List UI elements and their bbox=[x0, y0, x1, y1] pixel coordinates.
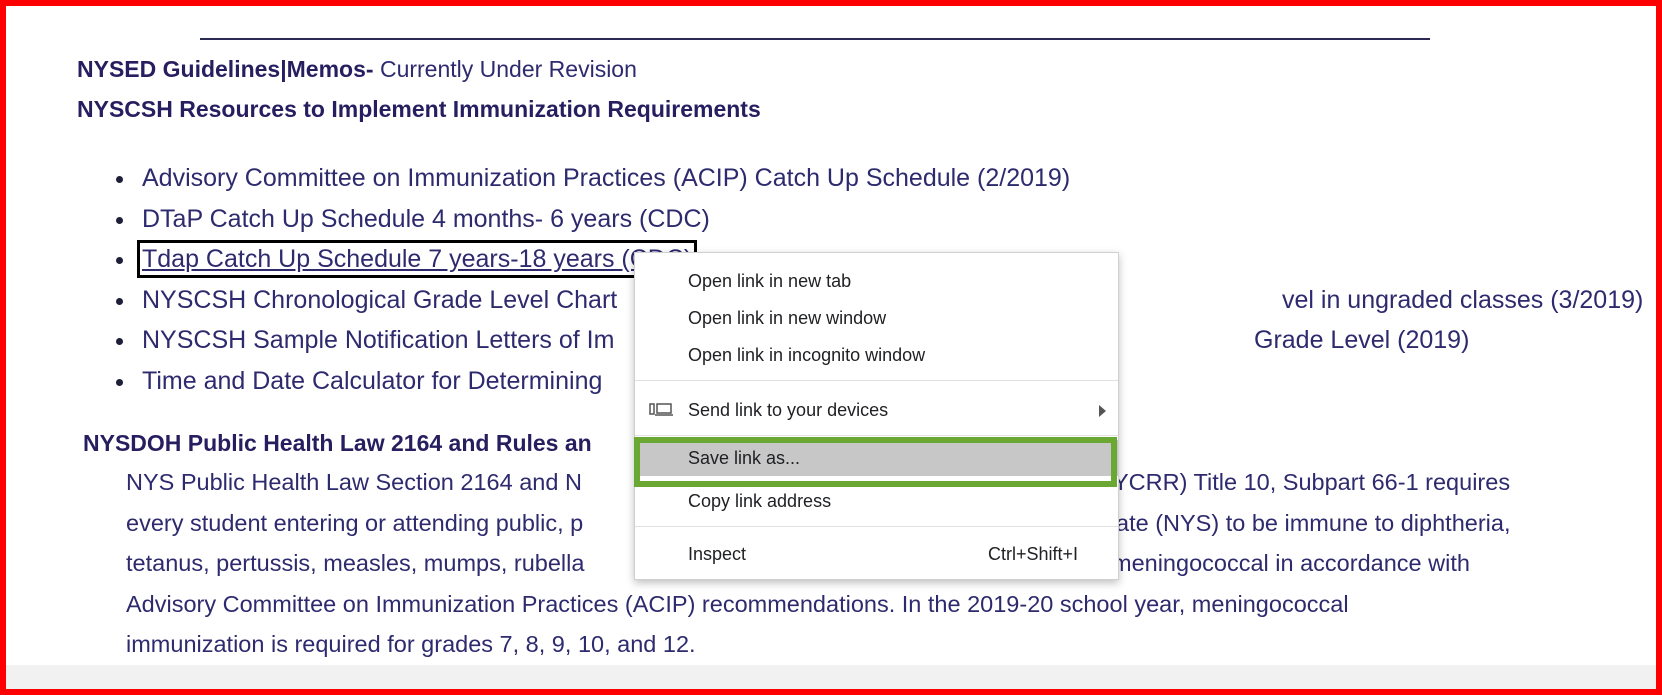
resources-heading: NYSCSH Resources to Implement Immunizati… bbox=[77, 96, 761, 122]
bullet-icon bbox=[116, 216, 123, 224]
menu-separator bbox=[635, 380, 1118, 381]
menu-item-send-to-devices-label: Send link to your devices bbox=[688, 400, 889, 420]
paragraph-line-2-right: ate (NYS) to be immune to diphtheria, bbox=[1116, 509, 1511, 536]
devices-icon bbox=[649, 403, 673, 416]
resource-link-time-calculator[interactable]: Time and Date Calculator for Determining bbox=[142, 367, 602, 395]
guidelines-status: Currently Under Revision bbox=[373, 56, 637, 82]
resource-link-dtap[interactable]: DTaP Catch Up Schedule 4 months- 6 years… bbox=[142, 205, 710, 233]
paragraph-line-2-left: every student entering or attending publ… bbox=[126, 509, 584, 536]
paragraph-line-3-right: meningococcal in accordance with bbox=[1112, 550, 1470, 576]
separator-line bbox=[200, 18, 1430, 40]
menu-item-inspect[interactable]: Inspect Ctrl+Shift+I bbox=[635, 536, 1118, 572]
bullet-icon bbox=[116, 257, 123, 264]
resource-link-notification-letters[interactable]: NYSCSH Sample Notification Letters of Im bbox=[142, 326, 614, 354]
menu-separator bbox=[635, 526, 1118, 527]
bullet-icon bbox=[116, 176, 123, 183]
menu-item-open-incognito[interactable]: Open link in incognito window bbox=[635, 337, 1118, 373]
bottom-scroll-area bbox=[6, 665, 1656, 689]
list-item: Advisory Committee on Immunization Pract… bbox=[112, 158, 1070, 199]
menu-separator bbox=[635, 435, 1118, 436]
resource-link-tdap[interactable]: Tdap Catch Up Schedule 7 years-18 years … bbox=[137, 241, 697, 277]
paragraph-line-5: immunization is required for grades 7, 8… bbox=[126, 631, 696, 657]
resource-link-grade-chart[interactable]: NYSCSH Chronological Grade Level Chart bbox=[142, 286, 617, 314]
bullet-icon bbox=[116, 378, 123, 386]
list-item: DTaP Catch Up Schedule 4 months- 6 years… bbox=[112, 199, 1070, 240]
save-link-highlight-box bbox=[634, 437, 1117, 487]
resource-link-grade-chart-tail[interactable]: vel in ungraded classes (3/2019) bbox=[1282, 280, 1643, 320]
submenu-arrow-icon bbox=[1099, 405, 1106, 417]
inspect-shortcut: Ctrl+Shift+I bbox=[987, 544, 1078, 564]
bullet-icon bbox=[116, 297, 123, 305]
menu-item-copy-link-address[interactable]: Copy link address bbox=[635, 483, 1118, 519]
resource-link-acip[interactable]: Advisory Committee on Immunization Pract… bbox=[142, 164, 1070, 192]
menu-item-send-to-devices[interactable]: Send link to your devices bbox=[635, 392, 1118, 428]
resource-link-notification-letters-tail[interactable]: Grade Level (2019) bbox=[1254, 320, 1469, 360]
doh-heading: NYSDOH Public Health Law 2164 and Rules … bbox=[83, 430, 592, 456]
menu-item-open-new-window[interactable]: Open link in new window bbox=[635, 300, 1118, 336]
menu-item-inspect-label: Inspect bbox=[688, 544, 747, 564]
paragraph-line-3-left: tetanus, pertussis, measles, mumps, rube… bbox=[126, 550, 585, 576]
bullet-icon bbox=[116, 338, 123, 345]
paragraph-line-1-right: YCRR) Title 10, Subpart 66-1 requires bbox=[1113, 469, 1511, 495]
context-menu: Open link in new tab Open link in new wi… bbox=[634, 252, 1119, 580]
paragraph-line-1-left: NYS Public Health Law Section 2164 and N bbox=[126, 469, 582, 495]
guidelines-line: NYSED Guidelines|Memos- Currently Under … bbox=[77, 56, 637, 83]
menu-item-open-new-tab[interactable]: Open link in new tab bbox=[635, 263, 1118, 299]
paragraph-line-4: Advisory Committee on Immunization Pract… bbox=[126, 590, 1349, 617]
guidelines-title: NYSED Guidelines|Memos- bbox=[77, 56, 374, 82]
